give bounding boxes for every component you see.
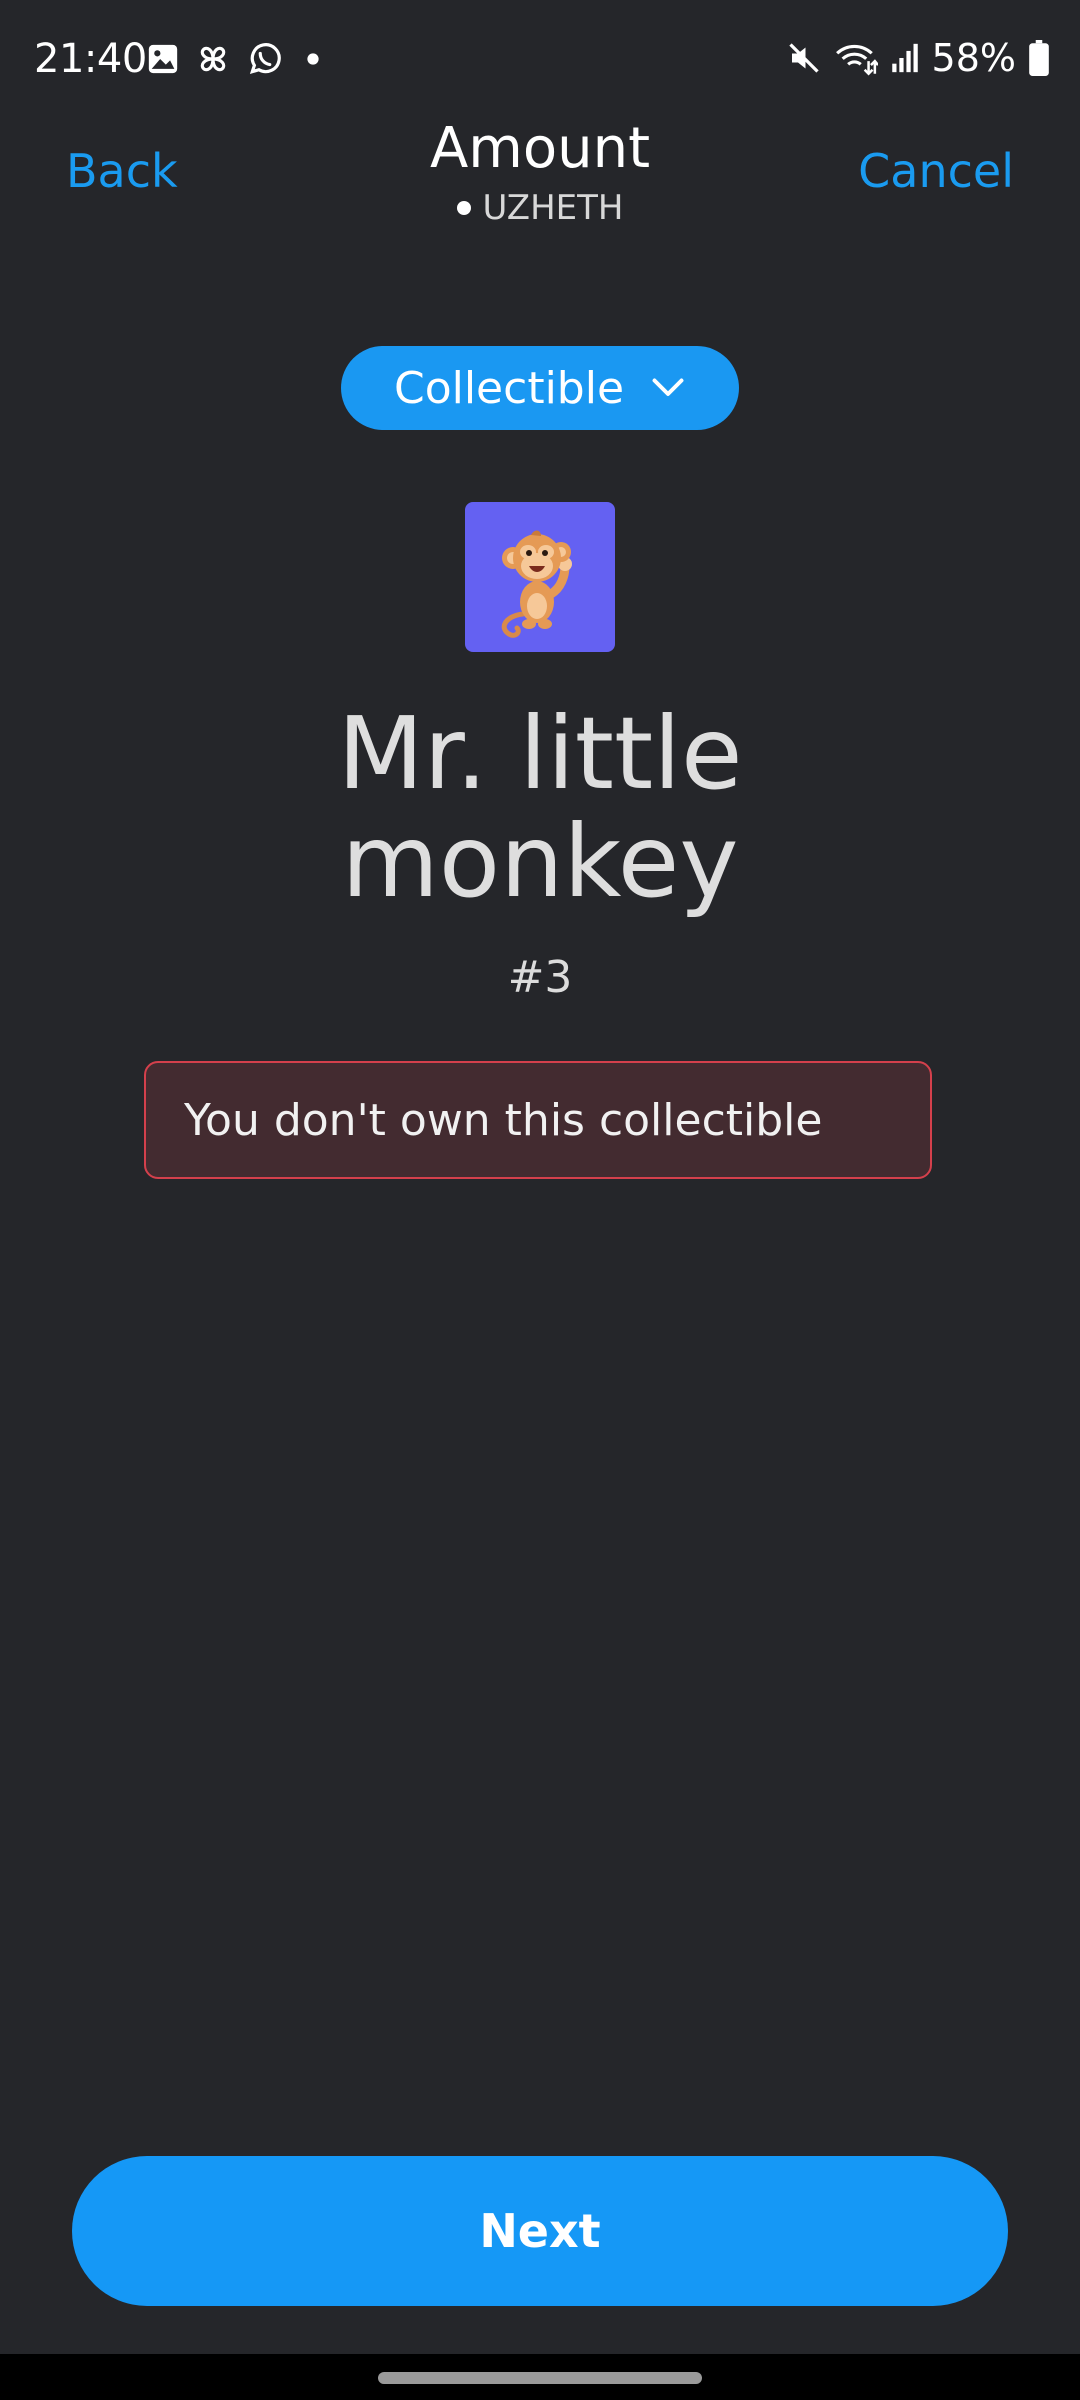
monkey-illustration bbox=[501, 530, 572, 638]
signal-icon bbox=[890, 41, 920, 75]
nft-name: Mr. little monkey bbox=[337, 695, 743, 920]
asset-type-label: Collectible bbox=[393, 362, 625, 414]
asset-type-selector[interactable]: Collectible bbox=[341, 346, 739, 430]
nft-image bbox=[465, 502, 615, 652]
next-button-label: Next bbox=[479, 2204, 601, 2258]
whatsapp-icon bbox=[246, 40, 284, 78]
status-time: 21:40 bbox=[34, 36, 147, 82]
battery-icon bbox=[1028, 40, 1050, 76]
wifi-icon bbox=[834, 39, 878, 77]
notification-dot-icon bbox=[298, 44, 328, 74]
error-message: You don't own this collectible bbox=[184, 1094, 823, 1146]
status-bar: 21:40 58% bbox=[0, 0, 1080, 120]
mute-icon bbox=[786, 40, 822, 76]
status-right: 58% bbox=[786, 36, 1050, 80]
gallery-icon bbox=[146, 42, 180, 76]
cancel-button[interactable]: Cancel bbox=[858, 144, 1014, 198]
header: Back Amount UZHETH Cancel bbox=[0, 110, 1080, 250]
screen: 21:40 58% Back Amount UZHETH Cancel Coll… bbox=[0, 0, 1080, 2400]
chevron-down-icon bbox=[650, 376, 686, 400]
pinwheel-icon bbox=[194, 40, 232, 78]
network-dot-icon bbox=[456, 201, 471, 215]
error-alert: You don't own this collectible bbox=[144, 1061, 932, 1179]
network-name: UZHETH bbox=[482, 188, 624, 228]
navigation-bar bbox=[0, 2354, 1080, 2400]
home-indicator[interactable] bbox=[378, 2372, 702, 2384]
status-left-icons bbox=[146, 40, 328, 78]
next-button[interactable]: Next bbox=[72, 2156, 1008, 2306]
nft-token-id: #3 bbox=[507, 952, 573, 1003]
battery-percentage: 58% bbox=[931, 36, 1016, 80]
